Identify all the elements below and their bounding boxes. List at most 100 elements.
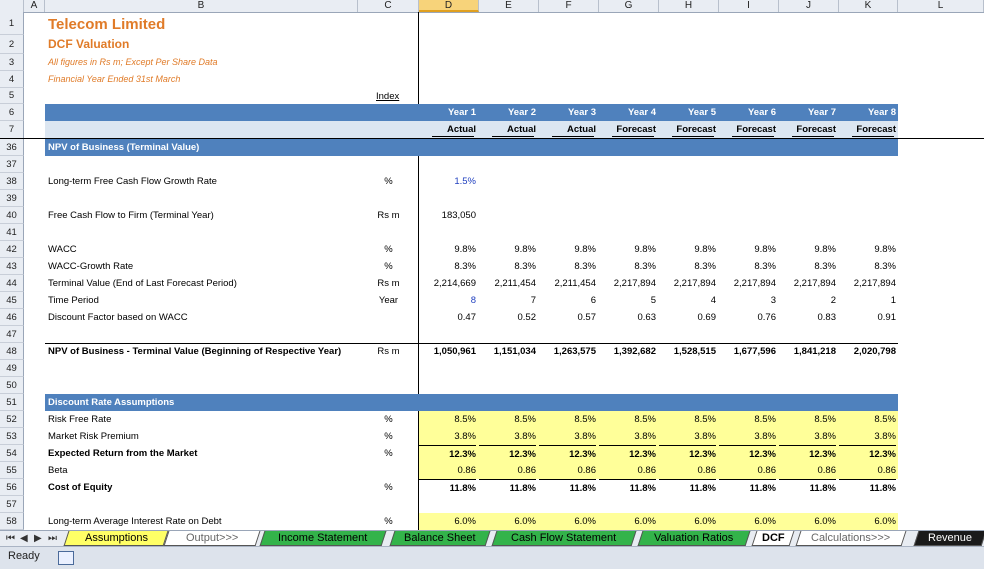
row48-value[interactable]: 1,841,218 (779, 343, 836, 360)
row46-value[interactable]: 0.63 (599, 309, 657, 326)
row44-value[interactable]: 2,217,894 (779, 275, 836, 292)
row44-value[interactable]: 2,217,894 (659, 275, 716, 292)
row54-value[interactable]: 12.3% (719, 445, 776, 462)
row48-value[interactable]: 1,151,034 (479, 343, 536, 360)
row42-value[interactable]: 9.8% (419, 241, 476, 258)
next-sheet-icon[interactable]: ▶ (34, 531, 42, 547)
column-header-b[interactable]: B (45, 0, 358, 12)
row43-value[interactable]: 8.3% (539, 258, 596, 275)
row43-value[interactable]: 8.3% (599, 258, 656, 275)
row48-value[interactable]: 1,528,515 (659, 343, 716, 360)
row-header-43[interactable]: 43 (0, 258, 24, 275)
sheet-tab-income-statement[interactable]: Income Statement (259, 531, 387, 546)
row53-value[interactable]: 3.8% (599, 428, 656, 445)
row58-value[interactable]: 6.0% (599, 513, 656, 530)
row-header-37[interactable]: 37 (0, 156, 24, 173)
row-header-48[interactable]: 48 (0, 343, 24, 360)
row-header-44[interactable]: 44 (0, 275, 24, 292)
row58-value[interactable]: 6.0% (779, 513, 836, 530)
row-header-56[interactable]: 56 (0, 479, 24, 496)
row-header-41[interactable]: 41 (0, 224, 24, 241)
last-sheet-icon[interactable]: ⏭ (48, 531, 57, 547)
row45-value[interactable]: 4 (659, 292, 716, 309)
row56-value[interactable]: 11.8% (719, 479, 776, 496)
row42-value[interactable]: 9.8% (539, 241, 596, 258)
row43-value[interactable]: 8.3% (719, 258, 776, 275)
row46-value[interactable]: 0.57 (539, 309, 597, 326)
row53-value[interactable]: 3.8% (539, 428, 596, 445)
row43-value[interactable]: 8.3% (419, 258, 476, 275)
sheet-tab-output[interactable]: Output>>> (163, 531, 261, 546)
row56-value[interactable]: 11.8% (479, 479, 536, 496)
row48-value[interactable]: 1,677,596 (719, 343, 776, 360)
sheet-tab-valuation-ratios[interactable]: Valuation Ratios (637, 531, 751, 546)
row54-value[interactable]: 12.3% (839, 445, 896, 462)
row54-value[interactable]: 12.3% (599, 445, 656, 462)
row-header-38[interactable]: 38 (0, 173, 24, 190)
row52-value[interactable]: 8.5% (839, 411, 896, 428)
column-header-j[interactable]: J (779, 0, 839, 12)
row46-value[interactable]: 0.69 (659, 309, 717, 326)
row56-value[interactable]: 11.8% (839, 479, 896, 496)
column-header-g[interactable]: G (599, 0, 659, 12)
column-header-l[interactable]: L (898, 0, 984, 12)
row56-value[interactable]: 11.8% (539, 479, 596, 496)
row54-value[interactable]: 12.3% (479, 445, 536, 462)
row52-value[interactable]: 8.5% (659, 411, 716, 428)
first-sheet-icon[interactable]: ⏮ (6, 531, 15, 547)
row-header-6[interactable]: 6 (0, 104, 24, 121)
row52-value[interactable]: 8.5% (419, 411, 476, 428)
row43-value[interactable]: 8.3% (839, 258, 896, 275)
row-header-4[interactable]: 4 (0, 71, 24, 88)
row45-value[interactable]: 7 (479, 292, 536, 309)
sheet-tab-revenue[interactable]: Revenue (913, 531, 984, 546)
row48-value[interactable]: 1,050,961 (419, 343, 476, 360)
row-header-1[interactable]: 1 (0, 12, 24, 35)
row58-value[interactable]: 6.0% (719, 513, 776, 530)
row55-value[interactable]: 0.86 (599, 462, 657, 479)
worksheet[interactable]: ABCDEFGHIJKL 1 2 3 4 5 6 7 36 37 38 39 40 41 42 43 44 45… (0, 0, 984, 530)
row58-value[interactable]: 6.0% (839, 513, 896, 530)
row42-value[interactable]: 9.8% (719, 241, 776, 258)
row44-value[interactable]: 2,214,669 (419, 275, 476, 292)
column-header-d[interactable]: D (419, 0, 479, 12)
row53-value[interactable]: 3.8% (659, 428, 716, 445)
row46-value[interactable]: 0.83 (779, 309, 837, 326)
row56-value[interactable]: 11.8% (779, 479, 836, 496)
row58-value[interactable]: 6.0% (479, 513, 536, 530)
row-header-47[interactable]: 47 (0, 326, 24, 343)
row48-value[interactable]: 1,392,682 (599, 343, 656, 360)
row42-value[interactable]: 9.8% (479, 241, 536, 258)
row42-value[interactable]: 9.8% (779, 241, 836, 258)
row-header-51[interactable]: 51 (0, 394, 24, 411)
row-header-36[interactable]: 36 (0, 139, 24, 156)
row44-value[interactable]: 2,217,894 (719, 275, 776, 292)
row46-value[interactable]: 0.47 (419, 309, 477, 326)
row-header-55[interactable]: 55 (0, 462, 24, 479)
sheet-tab-balance-sheet[interactable]: Balance Sheet (389, 531, 491, 546)
row45-value[interactable]: 3 (719, 292, 776, 309)
macro-record-icon[interactable] (58, 551, 74, 565)
column-header-a[interactable]: A (24, 0, 45, 12)
row58-value[interactable]: 6.0% (419, 513, 476, 530)
row53-value[interactable]: 3.8% (479, 428, 536, 445)
row55-value[interactable]: 0.86 (779, 462, 837, 479)
column-header-k[interactable]: K (839, 0, 898, 12)
row45-value[interactable]: 8 (419, 292, 476, 309)
row-header-46[interactable]: 46 (0, 309, 24, 326)
row44-value[interactable]: 2,217,894 (599, 275, 656, 292)
row43-value[interactable]: 8.3% (659, 258, 716, 275)
row-header-58[interactable]: 58 (0, 513, 24, 530)
row-header-2[interactable]: 2 (0, 35, 24, 54)
row-header-3[interactable]: 3 (0, 54, 24, 71)
column-header-c[interactable]: C (358, 0, 419, 12)
row54-value[interactable]: 12.3% (659, 445, 716, 462)
row-header-50[interactable]: 50 (0, 377, 24, 394)
row52-value[interactable]: 8.5% (539, 411, 596, 428)
row53-value[interactable]: 3.8% (839, 428, 896, 445)
prev-sheet-icon[interactable]: ◀ (20, 531, 28, 547)
row44-value[interactable]: 2,211,454 (479, 275, 536, 292)
row58-value[interactable]: 6.0% (659, 513, 716, 530)
row55-value[interactable]: 0.86 (839, 462, 897, 479)
row55-value[interactable]: 0.86 (479, 462, 537, 479)
